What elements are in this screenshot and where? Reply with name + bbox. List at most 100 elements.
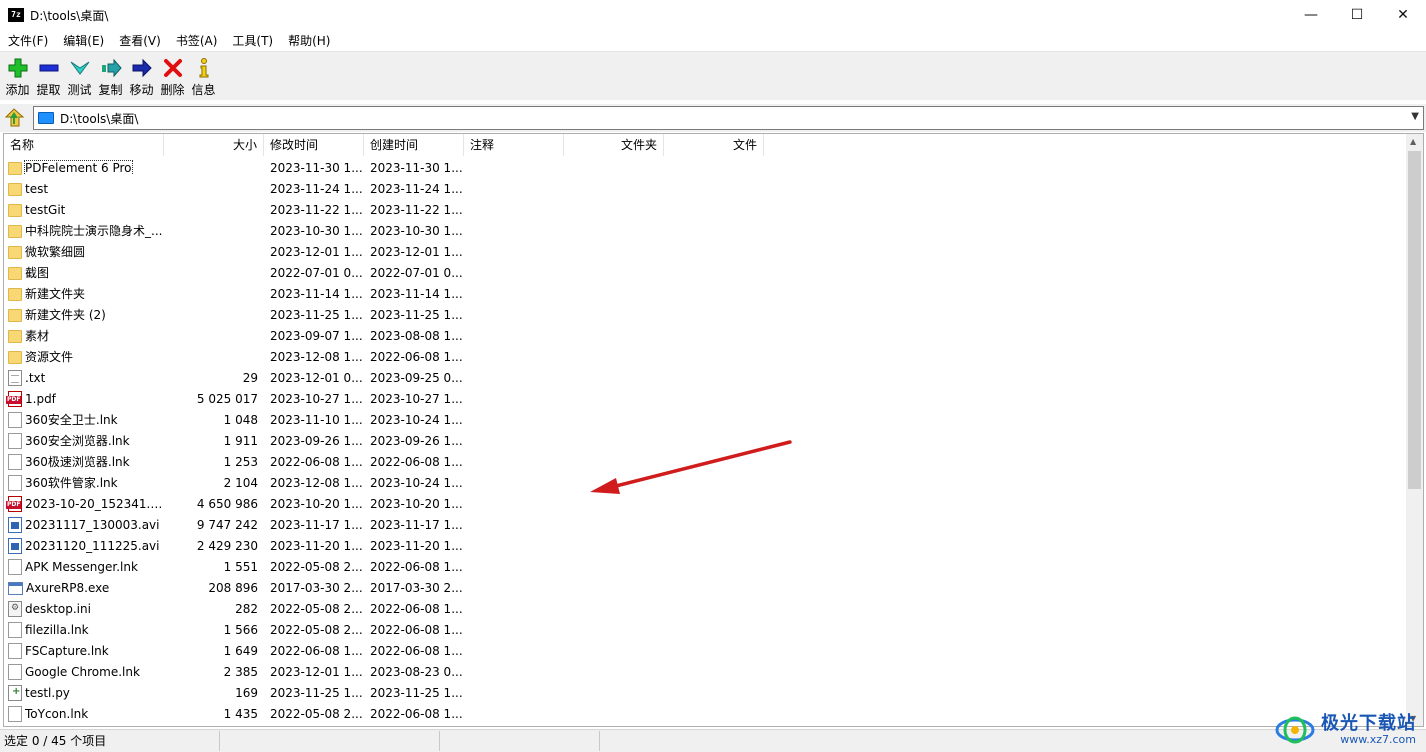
file-row[interactable]: AxureRP8.exe 208 896 2017-03-30 2... 2017-0… xyxy=(4,577,1408,598)
file-name-cell: ToYcon.lnk xyxy=(4,705,164,722)
file-row[interactable]: 微软繁细圆 2023-12-01 1... 2023-12-01 1... xyxy=(4,241,1408,262)
scroll-up-icon[interactable]: ▲ xyxy=(1410,137,1416,146)
info-button[interactable]: 信息 xyxy=(188,52,219,100)
file-row[interactable]: 360安全卫士.lnk 1 048 2023-11-10 1... 2023-10-2… xyxy=(4,409,1408,430)
scroll-thumb[interactable] xyxy=(1408,151,1421,489)
file-name: 中科院院士演示隐身术_... xyxy=(25,224,163,238)
folder-up-icon[interactable] xyxy=(3,107,25,129)
move-button[interactable]: 移动 xyxy=(126,52,157,100)
file-name-cell: .txt xyxy=(4,369,164,386)
menu-view[interactable]: 查看(V) xyxy=(111,32,168,49)
file-row[interactable]: 360安全浏览器.lnk 1 911 2023-09-26 1... 2023-09-… xyxy=(4,430,1408,451)
file-name: FSCapture.lnk xyxy=(25,643,109,658)
file-name: .txt xyxy=(25,370,46,385)
file-created: 2023-11-20 1... xyxy=(370,538,463,553)
folder-icon xyxy=(8,267,22,280)
file-created: 2023-11-22 1... xyxy=(370,202,463,217)
status-segment-2 xyxy=(220,731,440,751)
file-row[interactable]: testl.py 169 2023-11-25 1... 2023-11-25 1..… xyxy=(4,682,1408,703)
file-list[interactable]: 名称 大小 修改时间 创建时间 注释 文件夹 文件 PDFelement 6 P… xyxy=(3,133,1424,727)
file-name-cell: 1.pdf xyxy=(4,390,164,407)
column-modified[interactable]: 修改时间 xyxy=(264,134,364,156)
file-file-icon xyxy=(8,474,22,491)
menu-file[interactable]: 文件(F) xyxy=(0,32,55,49)
column-files[interactable]: 文件 xyxy=(664,134,764,156)
test-button[interactable]: 测试 xyxy=(64,52,95,100)
file-row[interactable]: 20231120_111225.avi 2 429 230 2023-11-20 1… xyxy=(4,535,1408,556)
column-created[interactable]: 创建时间 xyxy=(364,134,464,156)
file-name-cell: 360极速浏览器.lnk xyxy=(4,453,164,470)
delete-button[interactable]: 删除 xyxy=(157,52,188,100)
window-title: D:\tools\桌面\ xyxy=(30,8,109,23)
chevron-down-icon[interactable]: ▼ xyxy=(1411,111,1419,122)
file-modified: 2023-10-30 1... xyxy=(270,223,363,238)
file-name: 2023-10-20_152341.pdf xyxy=(25,496,164,511)
file-row[interactable]: Google Chrome.lnk 2 385 2023-12-01 1... 202… xyxy=(4,661,1408,682)
file-row[interactable]: APK Messenger.lnk 1 551 2022-05-08 2... 202… xyxy=(4,556,1408,577)
file-row[interactable]: 新建文件夹 2023-11-14 1... 2023-11-14 1... xyxy=(4,283,1408,304)
test-icon xyxy=(70,61,89,75)
file-modified: 2023-11-17 1... xyxy=(270,517,363,532)
file-modified: 2023-10-20 1... xyxy=(270,496,363,511)
file-size: 2 429 230 xyxy=(196,538,258,553)
vertical-scrollbar[interactable]: ▲ ▼ xyxy=(1406,134,1423,726)
move-label: 移动 xyxy=(129,83,154,97)
column-size[interactable]: 大小 xyxy=(164,134,264,156)
file-name-cell: 20231120_111225.avi xyxy=(4,537,164,554)
file-created: 2023-10-30 1... xyxy=(370,223,463,238)
menu-bookmarks[interactable]: 书签(A) xyxy=(168,32,225,49)
file-created: 2023-11-14 1... xyxy=(370,286,463,301)
file-created: 2022-06-08 1... xyxy=(370,601,463,616)
path-combobox[interactable]: D:\tools\桌面\ ▼ xyxy=(33,106,1424,130)
folder-icon xyxy=(8,204,22,217)
file-row[interactable]: 资源文件 2023-12-08 1... 2022-06-08 1... xyxy=(4,346,1408,367)
extract-button[interactable]: 提取 xyxy=(33,52,64,100)
file-row[interactable]: PDFelement 6 Pro 2023-11-30 1... 2023-11-3… xyxy=(4,157,1408,178)
add-label: 添加 xyxy=(5,83,30,97)
maximize-button[interactable]: ☐ xyxy=(1334,0,1380,30)
file-created: 2023-12-01 1... xyxy=(370,244,463,259)
menu-edit[interactable]: 编辑(E) xyxy=(55,32,111,49)
file-name-cell: 360软件管家.lnk xyxy=(4,474,164,491)
file-name: 资源文件 xyxy=(25,350,74,364)
file-row[interactable]: 20231117_130003.avi 9 747 242 2023-11-17 1… xyxy=(4,514,1408,535)
file-modified: 2023-10-27 1... xyxy=(270,391,363,406)
menu-help[interactable]: 帮助(H) xyxy=(280,32,337,49)
file-row[interactable]: .txt 29 2023-12-01 0... 2023-09-25 0... xyxy=(4,367,1408,388)
file-row[interactable]: filezilla.lnk 1 566 2022-05-08 2... 2022-06… xyxy=(4,619,1408,640)
delete-icon xyxy=(163,59,182,77)
minimize-button[interactable]: — xyxy=(1288,0,1334,30)
file-row[interactable]: ToYcon.lnk 1 435 2022-05-08 2... 2022-06-08… xyxy=(4,703,1408,724)
watermark-url: www.xz7.com xyxy=(1340,733,1416,746)
close-button[interactable]: ✕ xyxy=(1380,0,1426,30)
file-name: 20231117_130003.avi xyxy=(25,517,160,532)
file-size: 1 911 xyxy=(223,433,258,448)
file-row[interactable]: 素材 2023-09-07 1... 2023-08-08 1... xyxy=(4,325,1408,346)
txt-file-icon xyxy=(8,369,22,386)
file-modified: 2023-11-30 1... xyxy=(270,160,363,175)
column-folders[interactable]: 文件夹 xyxy=(564,134,664,156)
file-row[interactable]: 中科院院士演示隐身术_... 2023-10-30 1... 2023-10-30 … xyxy=(4,220,1408,241)
column-name[interactable]: 名称 xyxy=(4,134,164,156)
column-comment[interactable]: 注释 xyxy=(464,134,564,156)
file-size: 1 253 xyxy=(223,454,258,469)
file-modified: 2022-05-08 2... xyxy=(270,601,363,616)
file-row[interactable]: FSCapture.lnk 1 649 2022-06-08 1... 2022-06… xyxy=(4,640,1408,661)
file-row[interactable]: desktop.ini 282 2022-05-08 2... 2022-06-08 … xyxy=(4,598,1408,619)
file-row[interactable]: test 2023-11-24 1... 2023-11-24 1... xyxy=(4,178,1408,199)
file-row[interactable]: 截图 2022-07-01 0... 2022-07-01 0... xyxy=(4,262,1408,283)
pdf-file-icon xyxy=(6,495,22,512)
file-row[interactable]: 2023-10-20_152341.pdf 4 650 986 2023-10-20… xyxy=(4,493,1408,514)
file-created: 2023-10-24 1... xyxy=(370,475,463,490)
file-row[interactable]: testGit 2023-11-22 1... 2023-11-22 1... xyxy=(4,199,1408,220)
file-row[interactable]: 新建文件夹 (2) 2023-11-25 1... 2023-11-25 1... xyxy=(4,304,1408,325)
file-row[interactable]: 1.pdf 5 025 017 2023-10-27 1... 2023-10-27 … xyxy=(4,388,1408,409)
file-row[interactable]: 360软件管家.lnk 2 104 2023-12-08 1... 2023-10-2… xyxy=(4,472,1408,493)
file-name-cell: filezilla.lnk xyxy=(4,621,164,638)
add-button[interactable]: 添加 xyxy=(2,52,33,100)
copy-button[interactable]: 复制 xyxy=(95,52,126,100)
delete-label: 删除 xyxy=(160,83,185,97)
file-row[interactable]: 360极速浏览器.lnk 1 253 2022-06-08 1... 2022-06-… xyxy=(4,451,1408,472)
menu-tools[interactable]: 工具(T) xyxy=(224,32,280,49)
file-name-cell: 微软繁细圆 xyxy=(4,243,164,260)
